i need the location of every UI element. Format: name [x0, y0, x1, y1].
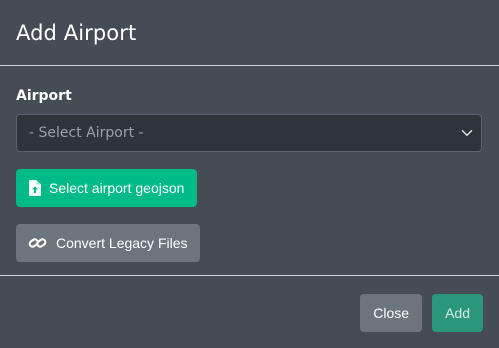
select-geojson-label: Select airport geojson — [49, 180, 185, 196]
link-icon — [28, 238, 47, 248]
convert-legacy-label: Convert Legacy Files — [56, 235, 188, 251]
close-button[interactable]: Close — [360, 294, 423, 332]
dialog-title: Add Airport — [16, 20, 137, 45]
add-button[interactable]: Add — [432, 294, 483, 332]
select-geojson-button[interactable]: Select airport geojson — [16, 169, 198, 207]
dialog-header: Add Airport — [0, 0, 499, 66]
airport-label: Airport — [16, 88, 72, 104]
airport-select-value: - Select Airport - — [29, 125, 144, 141]
dialog-footer: Close Add — [360, 294, 483, 332]
chevron-down-icon — [461, 130, 473, 136]
dialog-body: Airport - Select Airport - Select airpor… — [0, 66, 499, 276]
convert-legacy-button[interactable]: Convert Legacy Files — [16, 224, 200, 262]
file-upload-icon — [29, 180, 41, 196]
add-airport-dialog: Add Airport Airport - Select Airport - S… — [0, 0, 499, 348]
airport-select[interactable]: - Select Airport - — [16, 114, 482, 152]
